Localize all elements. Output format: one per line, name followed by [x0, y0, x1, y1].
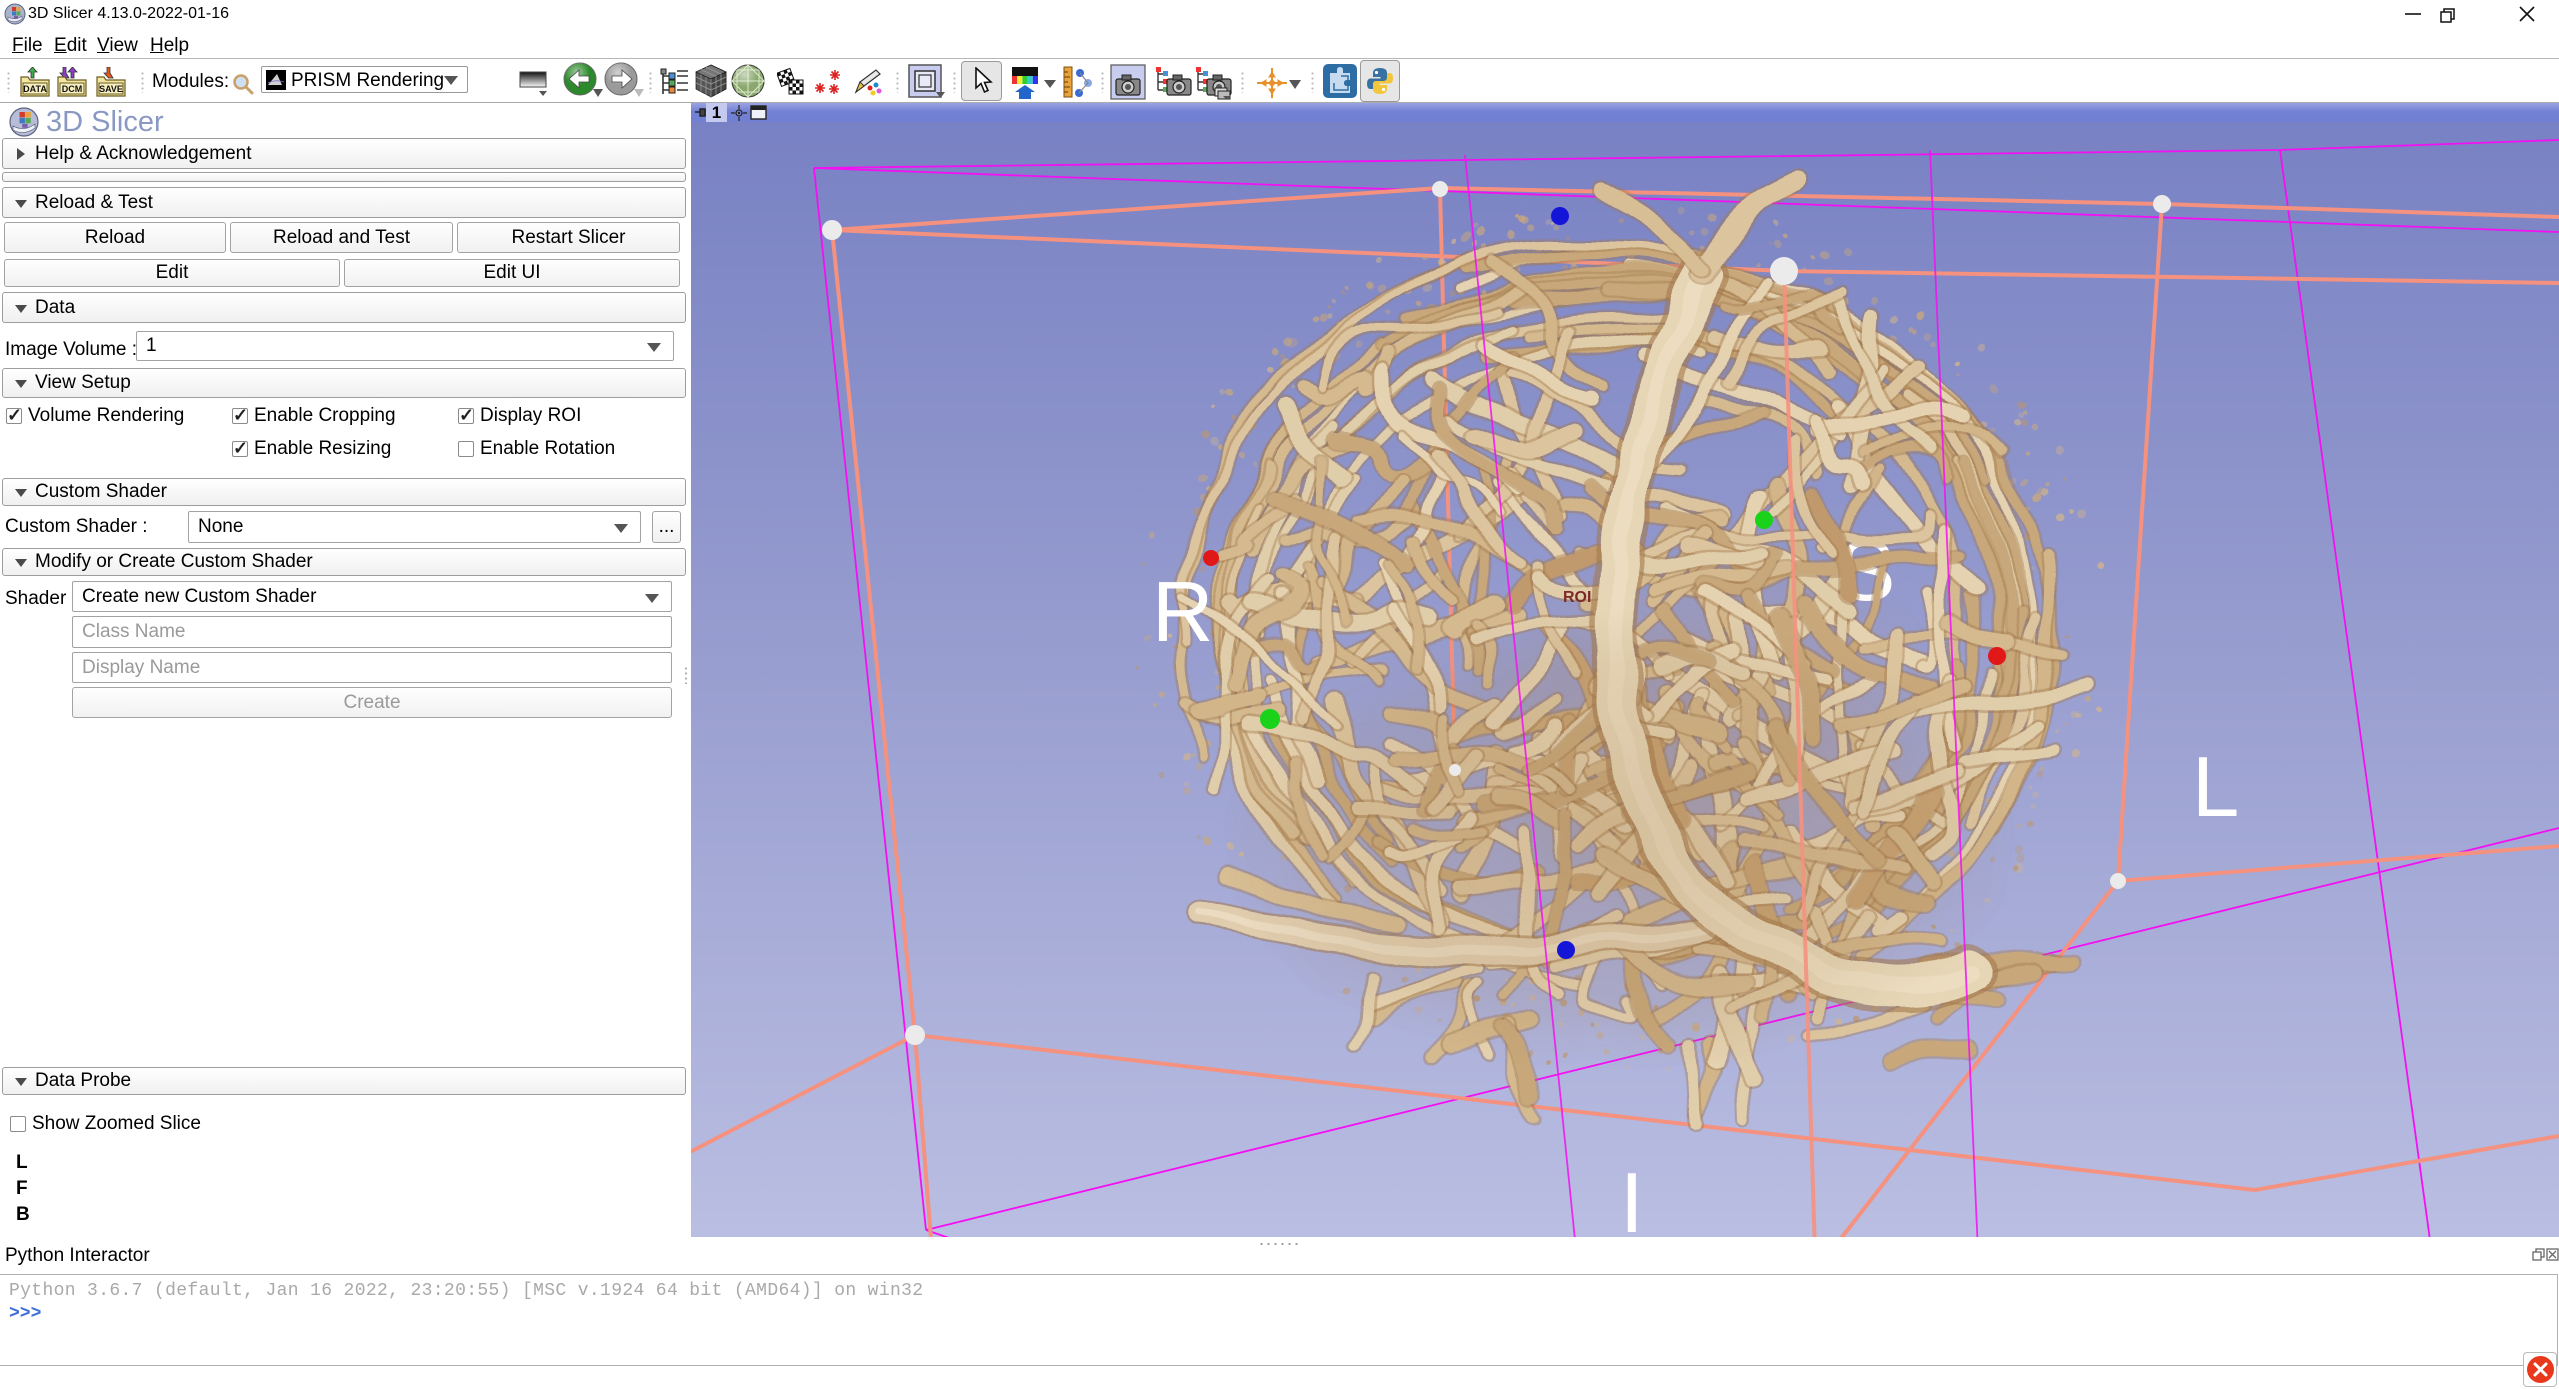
svg-text:SAVE: SAVE	[99, 84, 123, 94]
svg-text:R: R	[1152, 565, 1213, 660]
svg-text:DCM: DCM	[62, 84, 83, 94]
svg-text:I: I	[1620, 1156, 1644, 1237]
svg-text:ROI: ROI	[1563, 589, 1591, 606]
svg-text:DATA: DATA	[23, 84, 47, 94]
svg-text:L: L	[2192, 740, 2239, 835]
